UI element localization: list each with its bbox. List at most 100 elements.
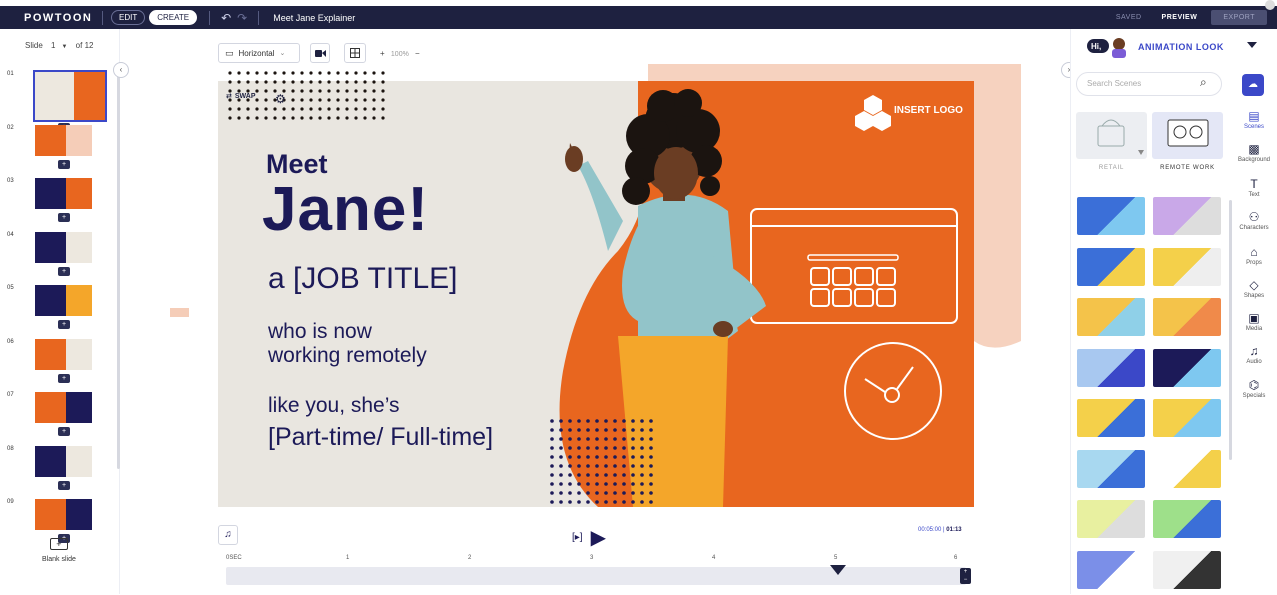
decor-dot	[568, 437, 572, 441]
camera-icon[interactable]	[310, 43, 330, 63]
decor-dot	[255, 98, 259, 102]
slide-text-job-title[interactable]: a [JOB TITLE]	[268, 262, 458, 296]
slide-thumbnail[interactable]	[35, 285, 92, 316]
scene-thumbnail[interactable]	[1153, 399, 1221, 437]
add-slide-after-button[interactable]: +	[58, 427, 70, 436]
scene-thumbnail[interactable]	[1153, 500, 1221, 538]
music-icon[interactable]: ♫	[218, 525, 238, 545]
category-retail[interactable]	[1076, 112, 1147, 159]
play-icon[interactable]: ▶	[591, 525, 606, 550]
tool-text[interactable]: T Text	[1234, 177, 1274, 198]
decor-dot	[345, 71, 349, 75]
slide-thumbnail[interactable]	[35, 499, 92, 530]
timeline-zoom-control[interactable]: + −	[960, 568, 971, 584]
create-mode-button[interactable]: CREATE	[149, 10, 198, 25]
decor-dot	[327, 107, 331, 111]
decor-dot	[300, 116, 304, 120]
orientation-dropdown[interactable]: ▭ Horizontal ⌄	[218, 43, 300, 63]
playhead[interactable]	[830, 565, 846, 575]
close-icon[interactable]	[1265, 0, 1275, 10]
slide-current[interactable]: 1	[51, 41, 55, 50]
tool-audio[interactable]: ♫ Audio	[1234, 344, 1274, 365]
add-slide-after-button[interactable]: +	[58, 480, 70, 490]
decor-dot	[586, 437, 590, 441]
add-slide-after-button[interactable]: +	[58, 213, 70, 222]
scene-thumbnail[interactable]	[1153, 449, 1221, 488]
slide-text-part-time[interactable]: [Part-time/ Full-time]	[268, 423, 493, 452]
frame-step-icon[interactable]: [▸]	[572, 532, 583, 543]
scene-thumbnail[interactable]	[1077, 298, 1145, 336]
tool-shapes[interactable]: ◇ Shapes	[1234, 278, 1274, 299]
slide-thumbnail[interactable]	[35, 338, 92, 370]
grid-icon[interactable]	[344, 43, 366, 63]
decor-dot	[622, 464, 626, 468]
decor-dot	[604, 419, 608, 423]
slide-thumbnail[interactable]	[33, 70, 107, 122]
tool-media[interactable]: ▣ Media	[1234, 311, 1274, 332]
add-slide-after-button[interactable]: +	[58, 266, 70, 276]
add-slide-after-button[interactable]: +	[58, 320, 70, 329]
slide-thumbnail[interactable]	[35, 445, 92, 477]
slide-selector[interactable]: Slide 1 ▼ of 12	[25, 41, 93, 50]
tool-props[interactable]: ⌂ Props	[1234, 245, 1274, 266]
tool-characters[interactable]: ⚇ Characters	[1234, 210, 1274, 231]
timeline[interactable]: 0SEC 1 2 3 4 5 6	[226, 555, 971, 595]
export-button[interactable]: EXPORT	[1211, 10, 1267, 25]
category-remote-work[interactable]	[1152, 112, 1223, 159]
scene-thumbnail[interactable]	[1153, 197, 1221, 235]
search-icon[interactable]: ⌕	[1200, 75, 1207, 90]
upload-cloud-icon[interactable]: ☁	[1242, 74, 1264, 96]
slide-text-who-line2[interactable]: working remotely	[268, 344, 427, 368]
slide-number: 03	[7, 178, 14, 184]
layout-icon: ▭	[225, 47, 234, 58]
tool-background[interactable]: ▩ Background	[1234, 142, 1274, 163]
scene-thumbnail[interactable]	[1077, 500, 1145, 538]
decor-dot	[282, 80, 286, 84]
app-logo[interactable]: POWTOON	[24, 12, 94, 24]
decor-dot	[604, 500, 608, 504]
scene-thumbnail[interactable]	[1077, 348, 1145, 387]
add-blank-slide-button[interactable]: + Blank slide	[42, 538, 76, 563]
scrollbar[interactable]	[117, 69, 120, 469]
chevron-down-icon[interactable]: ▼	[61, 44, 67, 50]
collapse-left-panel-button[interactable]: ‹	[113, 62, 129, 78]
edit-mode-button[interactable]: EDIT	[111, 10, 146, 25]
redo-icon[interactable]: ↷	[237, 11, 247, 25]
slide-text-who-line1[interactable]: who is now	[268, 320, 372, 344]
slide-thumbnail[interactable]	[35, 231, 92, 263]
tool-scenes[interactable]: ▤ Scenes	[1234, 109, 1274, 130]
add-slide-after-button[interactable]: +	[58, 373, 70, 383]
insert-logo-text[interactable]: INSERT LOGO	[894, 105, 963, 116]
gear-icon[interactable]: ⚙	[275, 92, 286, 106]
slide-thumbnail[interactable]	[35, 392, 92, 423]
scene-thumbnail[interactable]	[1153, 550, 1221, 589]
decor-dot	[550, 482, 554, 486]
swap-button[interactable]: ⇄ SWAP	[226, 92, 256, 101]
scene-thumbnail[interactable]	[1077, 550, 1145, 589]
decor-dot	[595, 446, 599, 450]
scene-thumbnail[interactable]	[1153, 247, 1221, 286]
slide-thumbnail[interactable]	[35, 178, 92, 209]
slide-thumbnail[interactable]	[35, 124, 92, 156]
undo-icon[interactable]: ↶	[221, 11, 231, 25]
slide-text-like[interactable]: like you, she’s	[268, 394, 400, 418]
scene-thumbnail[interactable]	[1077, 399, 1145, 437]
scrollbar[interactable]	[1229, 200, 1232, 460]
slide-text-jane[interactable]: Jane!	[262, 174, 429, 245]
chevron-down-icon[interactable]	[1247, 42, 1257, 48]
preview-button[interactable]: PREVIEW	[1162, 14, 1198, 21]
decor-dot	[550, 473, 554, 477]
animation-look-selector[interactable]: Hi, ANIMATION LOOK	[1086, 36, 1224, 58]
scene-thumbnail[interactable]	[1077, 449, 1145, 488]
add-slide-after-button[interactable]: +	[58, 159, 70, 169]
timeline-tick: 3	[590, 555, 594, 561]
scene-thumbnail[interactable]	[1153, 348, 1221, 387]
project-title[interactable]: Meet Jane Explainer	[273, 13, 355, 23]
zoom-in-button[interactable]: +	[380, 49, 385, 58]
zoom-out-button[interactable]: −	[415, 49, 420, 58]
timeline-track[interactable]	[226, 567, 966, 585]
scene-thumbnail[interactable]	[1077, 197, 1145, 235]
scene-thumbnail[interactable]	[1077, 247, 1145, 286]
tool-specials[interactable]: ⌬ Specials	[1234, 378, 1274, 399]
scene-thumbnail[interactable]	[1153, 298, 1221, 336]
